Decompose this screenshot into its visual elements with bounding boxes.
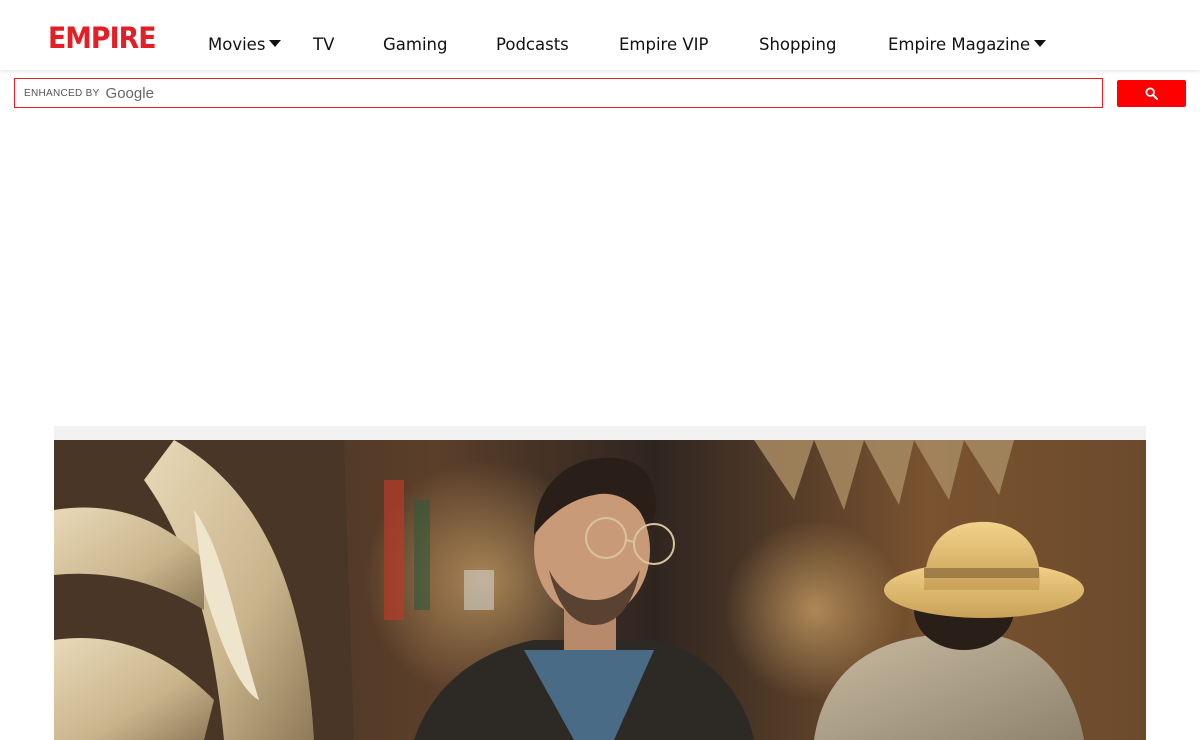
caret-down-icon (1034, 40, 1047, 47)
nav-item-label: Podcasts (496, 35, 569, 54)
nav-item-label: TV (313, 35, 335, 54)
nav-item-podcasts[interactable]: Podcasts (496, 34, 569, 56)
nav-item-gaming[interactable]: Gaming (383, 34, 448, 56)
hero-photo-art (54, 440, 1146, 740)
nav-item-label: Shopping (759, 35, 837, 54)
search-box: ENHANCED BY Google (14, 78, 1103, 108)
enhanced-by-label: ENHANCED BY (24, 87, 100, 99)
google-label: Google (105, 84, 154, 102)
nav-item-label: Empire Magazine (888, 35, 1031, 54)
nav-item-label: Gaming (383, 35, 448, 54)
nav-item-label: Empire VIP (619, 35, 709, 54)
nav-item-empire-magazine[interactable]: Empire Magazine (888, 34, 1047, 56)
nav-item-empire-vip[interactable]: Empire VIP (619, 34, 708, 56)
hero-photo[interactable] (54, 440, 1146, 740)
nav-item-movies[interactable]: Movies (208, 34, 282, 56)
empire-logo[interactable]: EMPIRE (48, 20, 156, 56)
nav-item-shopping[interactable]: Shopping (759, 34, 837, 56)
search-icon (1145, 87, 1158, 100)
ad-space (0, 110, 1200, 426)
nav-item-tv[interactable]: TV (313, 34, 334, 56)
nav-item-label: Movies (208, 35, 266, 54)
caret-down-icon (269, 40, 282, 47)
search-input[interactable] (161, 80, 1102, 106)
hero-top-band (54, 426, 1146, 440)
site-header: EMPIRE Movies TV Gaming Podcasts Empire … (0, 0, 1200, 70)
search-button[interactable] (1117, 80, 1186, 107)
